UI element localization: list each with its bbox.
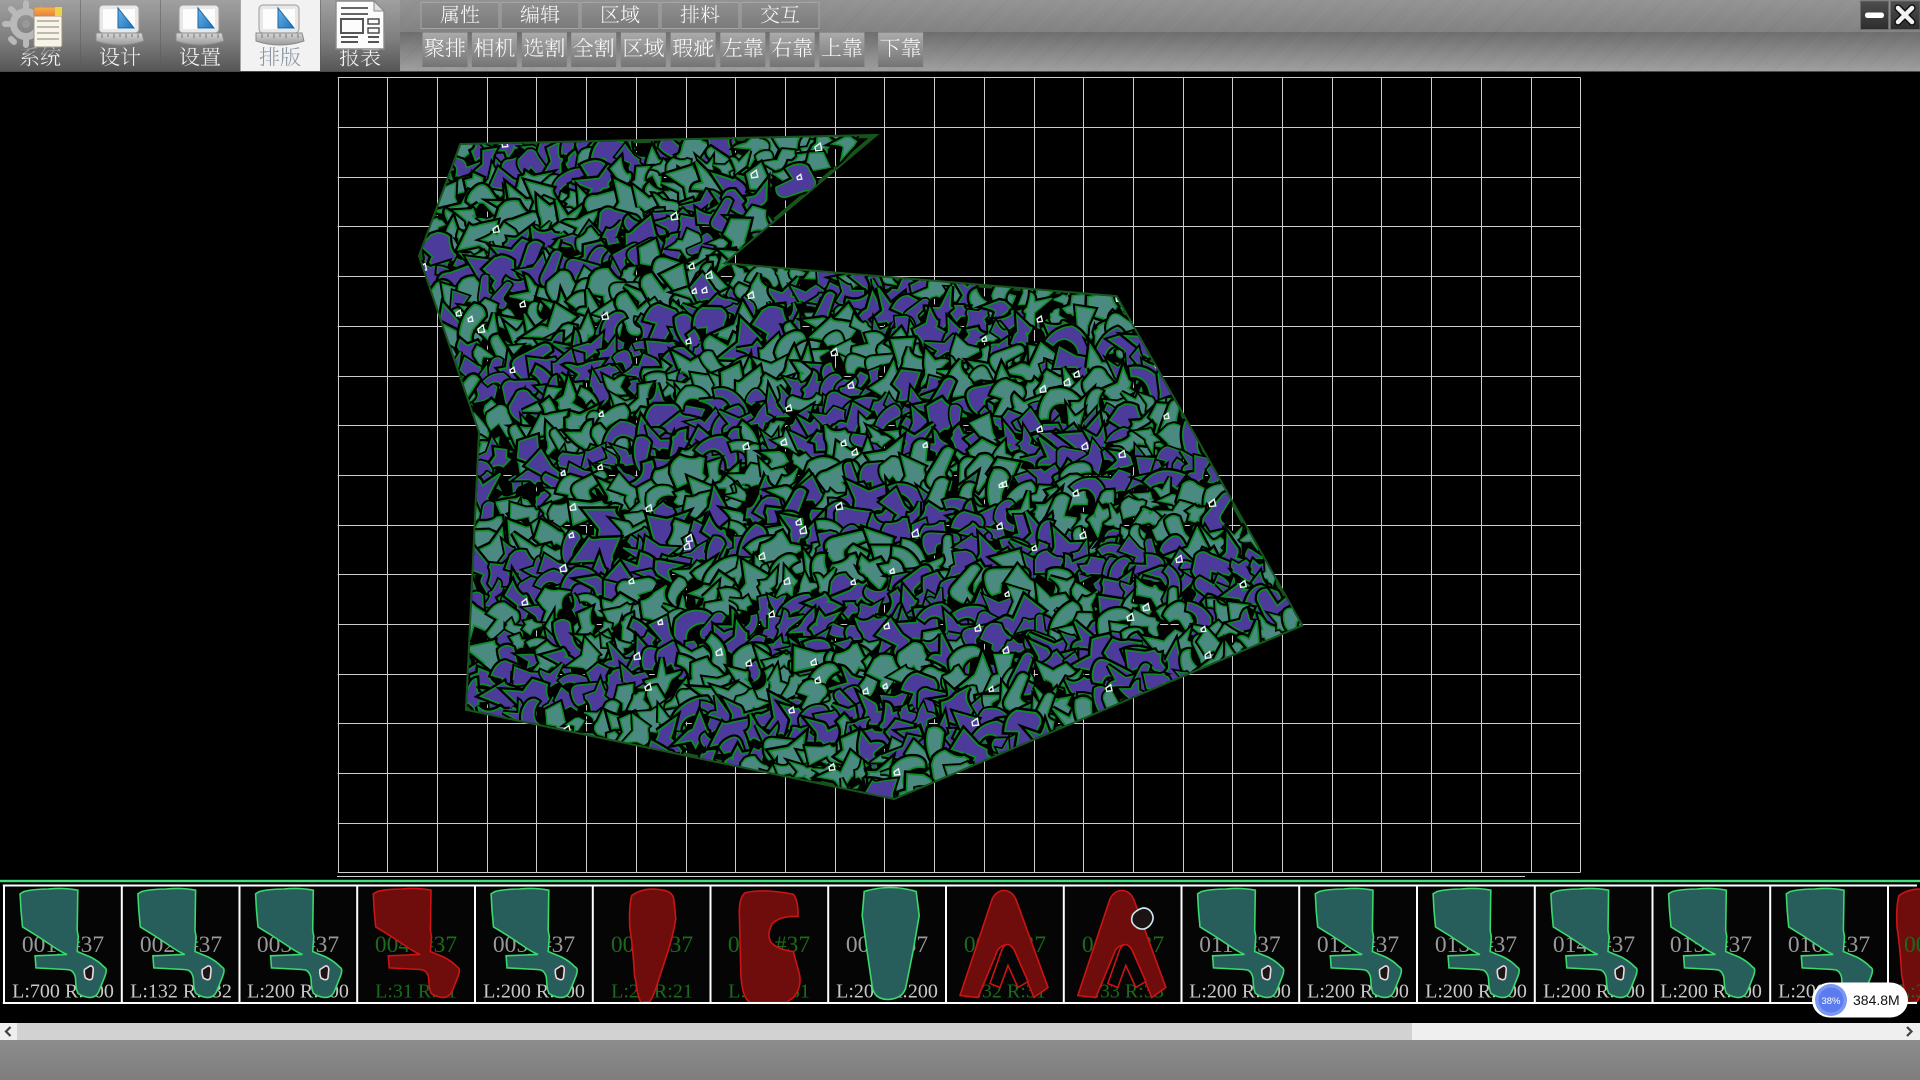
svg-text:00: 00 — [1904, 932, 1920, 958]
svg-text:384.8M: 384.8M — [1853, 992, 1900, 1008]
svg-text:38%: 38% — [1821, 996, 1841, 1007]
